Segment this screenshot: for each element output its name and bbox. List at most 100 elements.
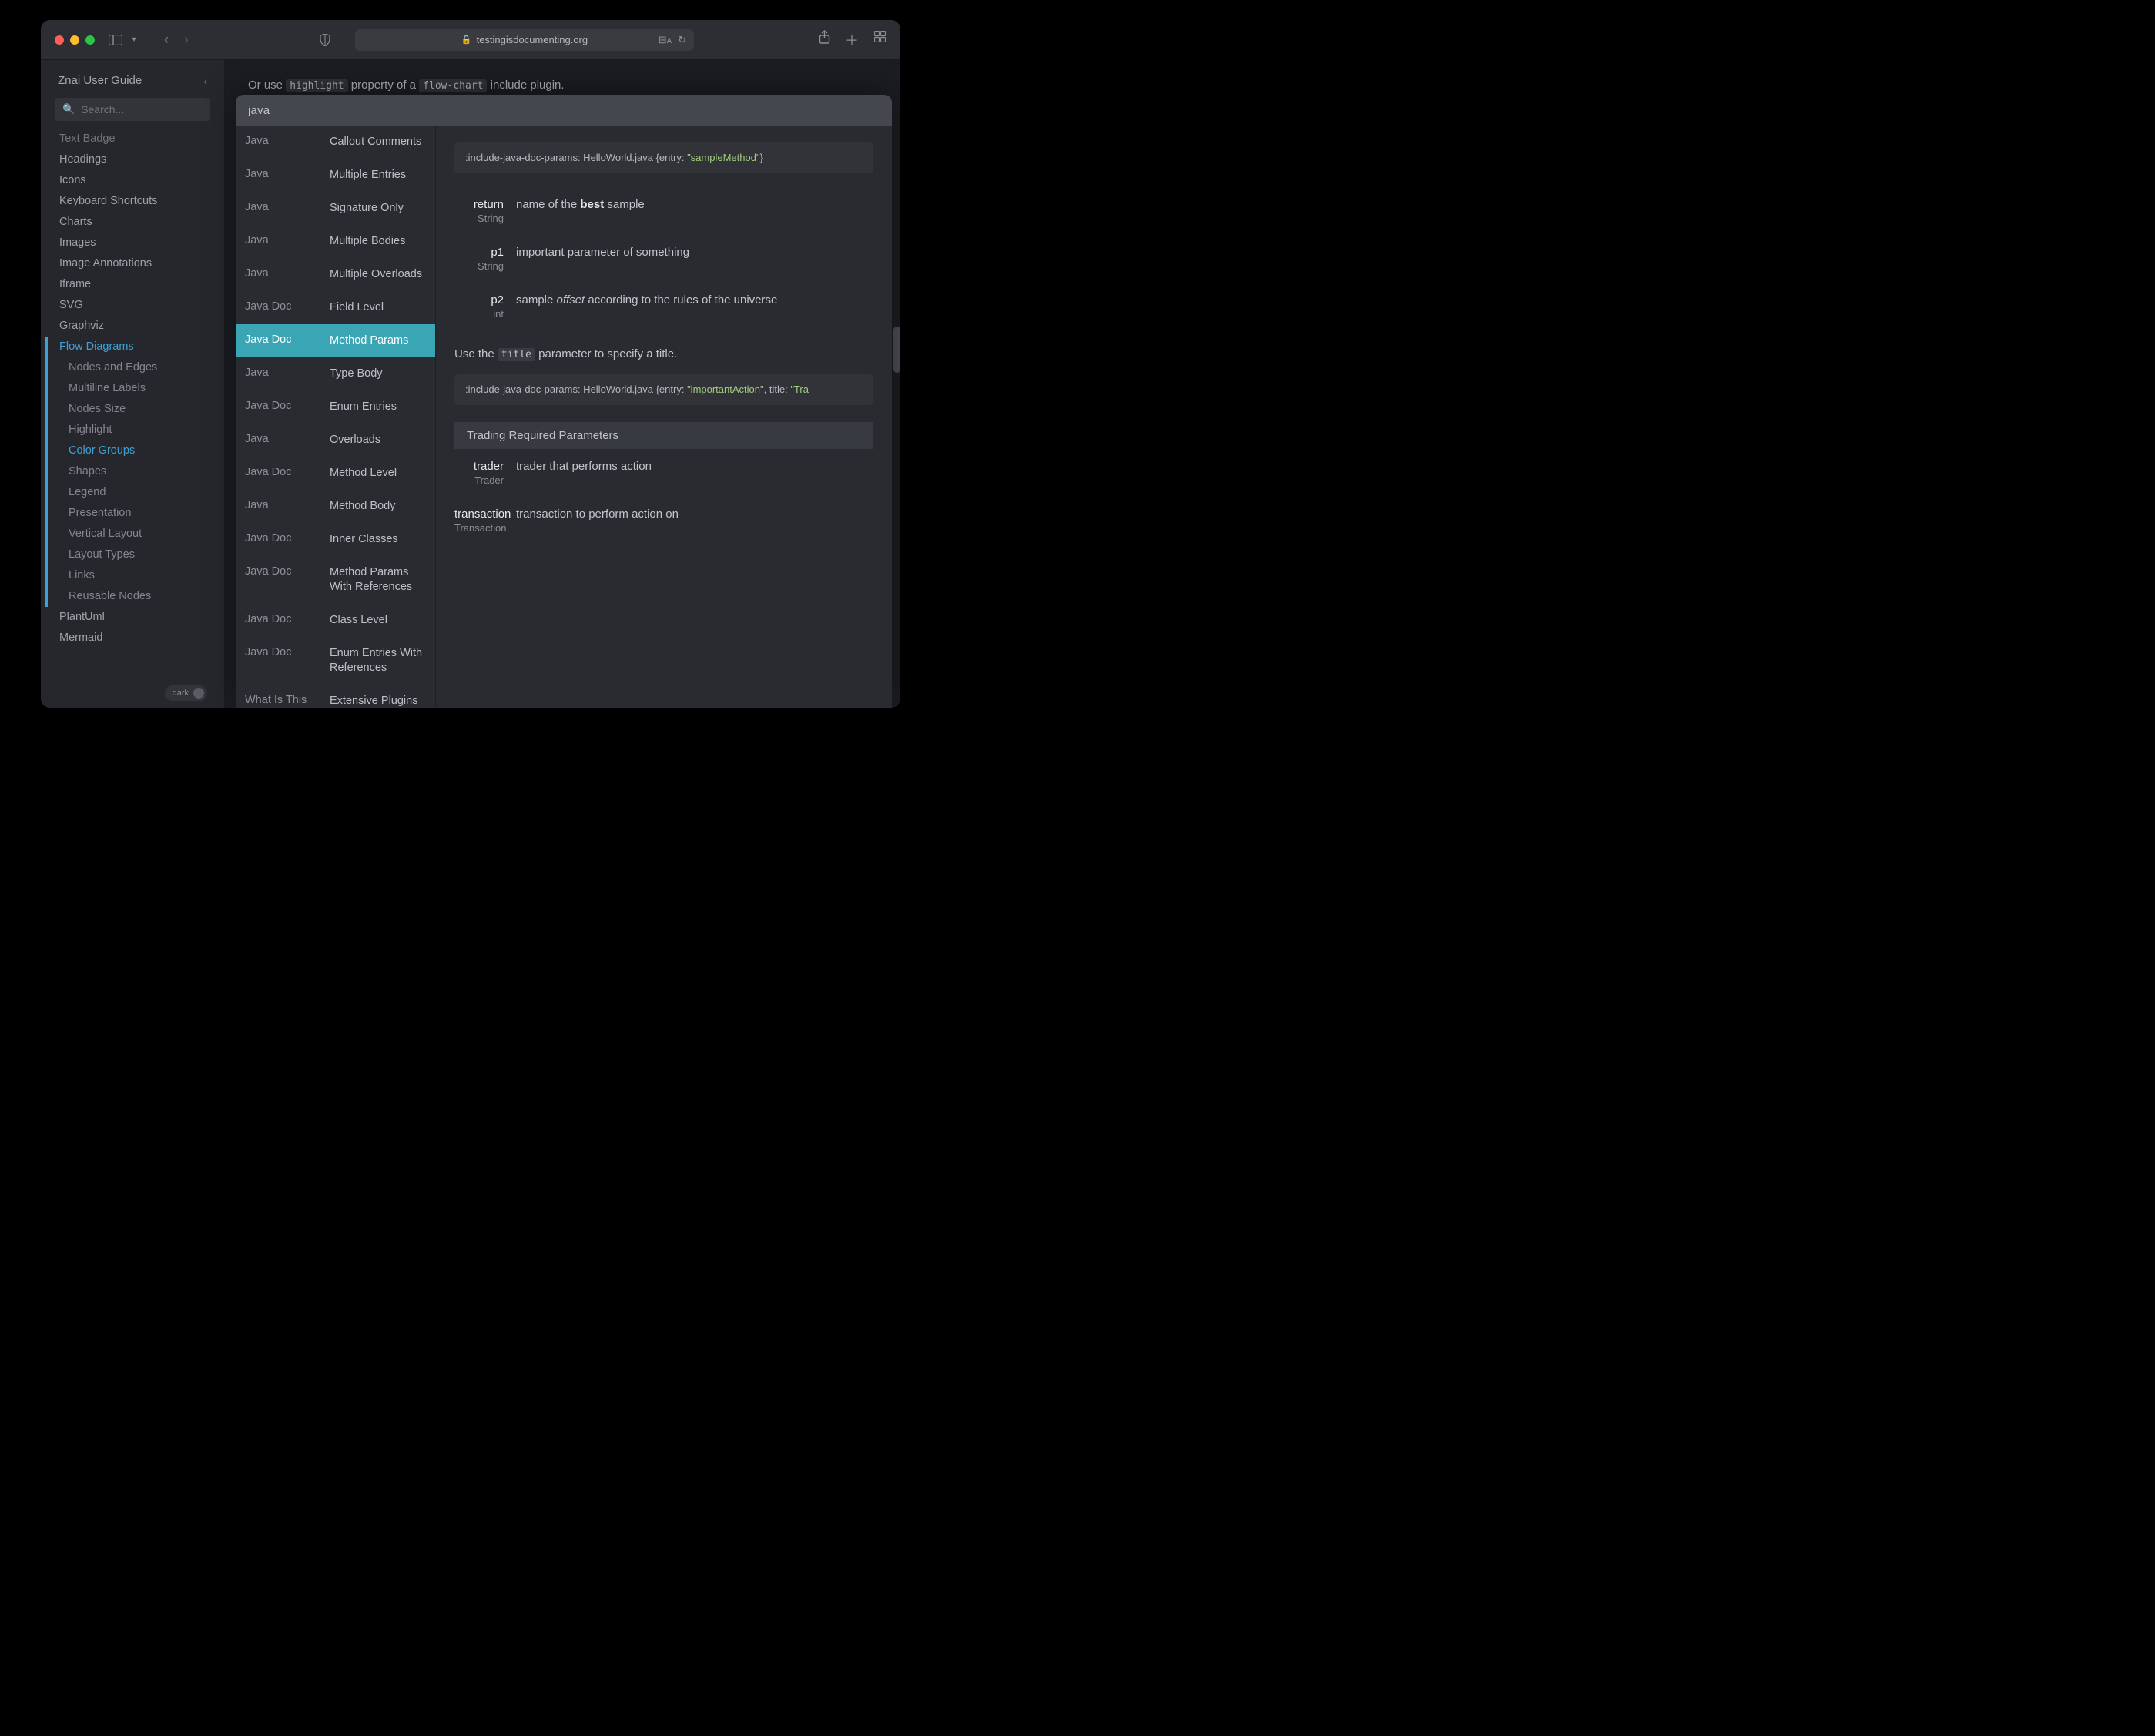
search-icon: 🔍: [62, 103, 75, 116]
search-result[interactable]: Java DocEnum Entries With References: [236, 637, 435, 685]
forward-button[interactable]: ›: [179, 33, 193, 47]
sidebar-sub-item[interactable]: Vertical Layout: [45, 524, 224, 545]
sidebar-sub-item[interactable]: Legend: [45, 482, 224, 503]
result-title: Method Body: [330, 499, 426, 514]
tabs-overview-icon[interactable]: [873, 30, 886, 50]
param-type: Transaction: [454, 522, 504, 534]
new-tab-icon[interactable]: ＋: [845, 30, 859, 50]
result-category: Java: [245, 168, 330, 183]
search-result[interactable]: JavaCallout Comments: [236, 126, 435, 159]
result-category: What Is This: [245, 694, 330, 708]
result-category: Java: [245, 201, 330, 216]
result-category: Java Doc: [245, 613, 330, 628]
sidebar-item[interactable]: Text Badge: [45, 129, 224, 149]
search-result[interactable]: JavaMethod Body: [236, 490, 435, 523]
sidebar-sub-item[interactable]: Highlight: [45, 420, 224, 441]
sidebar-item[interactable]: Iframe: [45, 274, 224, 295]
sidebar-footer: dark: [41, 679, 224, 708]
sidebar-sub-item[interactable]: Multiline Labels: [45, 378, 224, 399]
sidebar-item[interactable]: SVG: [45, 295, 224, 316]
doc-search-input[interactable]: [81, 103, 220, 116]
search-query-bar[interactable]: java: [236, 95, 892, 126]
result-title: Callout Comments: [330, 135, 426, 149]
privacy-shield-icon[interactable]: [317, 32, 333, 49]
result-title: Method Level: [330, 466, 426, 481]
search-result[interactable]: Java DocField Level: [236, 291, 435, 324]
result-title: Method Params With References: [330, 565, 426, 595]
sidebar-item[interactable]: Headings: [45, 149, 224, 170]
sidebar-sub-item[interactable]: Nodes and Edges: [45, 357, 224, 378]
result-title: Multiple Entries: [330, 168, 426, 183]
doc-search[interactable]: 🔍: [55, 98, 210, 121]
collapse-sidebar-icon[interactable]: ‹: [203, 75, 207, 87]
param-desc: trader that performs action: [516, 460, 873, 486]
sidebar-item[interactable]: PlantUml: [45, 607, 224, 628]
sidebar-sub-item[interactable]: Presentation: [45, 503, 224, 524]
sidebar-sub-item[interactable]: Shapes: [45, 461, 224, 482]
search-result[interactable]: JavaSignature Only: [236, 192, 435, 225]
sidebar-sub-item[interactable]: Layout Types: [45, 545, 224, 565]
result-title: Signature Only: [330, 201, 426, 216]
close-window-button[interactable]: [55, 35, 64, 45]
search-result[interactable]: Java DocInner Classes: [236, 523, 435, 556]
translate-icon[interactable]: ⊟ᴀ: [659, 34, 672, 46]
sidebar-item[interactable]: Images: [45, 233, 224, 253]
sidebar-item[interactable]: Graphviz: [45, 316, 224, 337]
window-controls: [55, 35, 95, 45]
result-category: Java Doc: [245, 466, 330, 481]
sidebar-sub-item[interactable]: Color Groups: [45, 441, 224, 461]
result-title: Method Params: [330, 333, 426, 348]
param-type: int: [454, 308, 504, 320]
sidebar-sub-item[interactable]: Reusable Nodes: [45, 586, 224, 607]
result-category: Java: [245, 135, 330, 149]
back-button[interactable]: ‹: [159, 33, 173, 47]
search-result[interactable]: JavaOverloads: [236, 424, 435, 457]
url-text: testingisdocumenting.org: [477, 34, 588, 45]
search-result[interactable]: Java DocEnum Entries: [236, 390, 435, 424]
params-title-bar: Trading Required Parameters: [454, 422, 873, 449]
reload-icon[interactable]: ↻: [678, 34, 686, 46]
sidebar-toggle-icon[interactable]: [107, 32, 124, 49]
search-result[interactable]: JavaMultiple Entries: [236, 159, 435, 192]
hint-line: Or use highlight property of a flow-char…: [248, 79, 565, 92]
search-result[interactable]: Java DocMethod Params: [236, 324, 435, 357]
sidebar-item-active-group[interactable]: Flow Diagrams: [45, 337, 224, 357]
minimize-window-button[interactable]: [70, 35, 79, 45]
paragraph: Use the title parameter to specify a tit…: [454, 347, 873, 360]
search-result[interactable]: JavaMultiple Bodies: [236, 225, 435, 258]
result-category: Java: [245, 433, 330, 447]
sidebar-dropdown-icon[interactable]: ▾: [130, 32, 138, 49]
search-result[interactable]: JavaMultiple Overloads: [236, 258, 435, 291]
code-block: :include-java-doc-params: HelloWorld.jav…: [454, 374, 873, 405]
sidebar-item[interactable]: Keyboard Shortcuts: [45, 191, 224, 212]
search-result[interactable]: Java DocClass Level: [236, 604, 435, 637]
result-title: Multiple Overloads: [330, 267, 426, 282]
main-scrollbar[interactable]: [893, 327, 900, 373]
search-result[interactable]: What Is ThisExtensive Plugins System: [236, 685, 435, 708]
sidebar-item[interactable]: Charts: [45, 212, 224, 233]
search-result[interactable]: JavaType Body: [236, 357, 435, 390]
sidebar-item[interactable]: Icons: [45, 170, 224, 191]
share-icon[interactable]: [817, 30, 831, 50]
param-desc: sample offset according to the rules of …: [516, 293, 873, 320]
search-result[interactable]: Java DocMethod Level: [236, 457, 435, 490]
sidebar-sub-item[interactable]: Links: [45, 565, 224, 586]
search-result[interactable]: Java DocMethod Params With References: [236, 556, 435, 604]
sidebar-item[interactable]: Image Annotations: [45, 253, 224, 274]
param-row: p1Stringimportant parameter of something: [454, 238, 873, 286]
titlebar: ▾ ‹ › 🔒 testingisdocumenting.org ⊟ᴀ ↻ ＋: [41, 20, 900, 60]
result-title: Overloads: [330, 433, 426, 447]
theme-toggle[interactable]: dark: [165, 685, 207, 701]
search-preview: :include-java-doc-params: HelloWorld.jav…: [436, 126, 892, 708]
sidebar-item[interactable]: Mermaid: [45, 628, 224, 648]
result-category: Java: [245, 367, 330, 381]
sidebar-sub-item[interactable]: Nodes Size: [45, 399, 224, 420]
result-category: Java Doc: [245, 400, 330, 414]
param-name: p2: [454, 293, 504, 307]
lock-icon: 🔒: [461, 35, 472, 45]
maximize-window-button[interactable]: [85, 35, 95, 45]
param-name: transaction: [454, 508, 504, 521]
result-category: Java Doc: [245, 646, 330, 675]
doc-sidebar: Znai User Guide ‹ 🔍 Text BadgeHeadingsIc…: [41, 60, 225, 708]
url-bar[interactable]: 🔒 testingisdocumenting.org ⊟ᴀ ↻: [355, 29, 694, 51]
